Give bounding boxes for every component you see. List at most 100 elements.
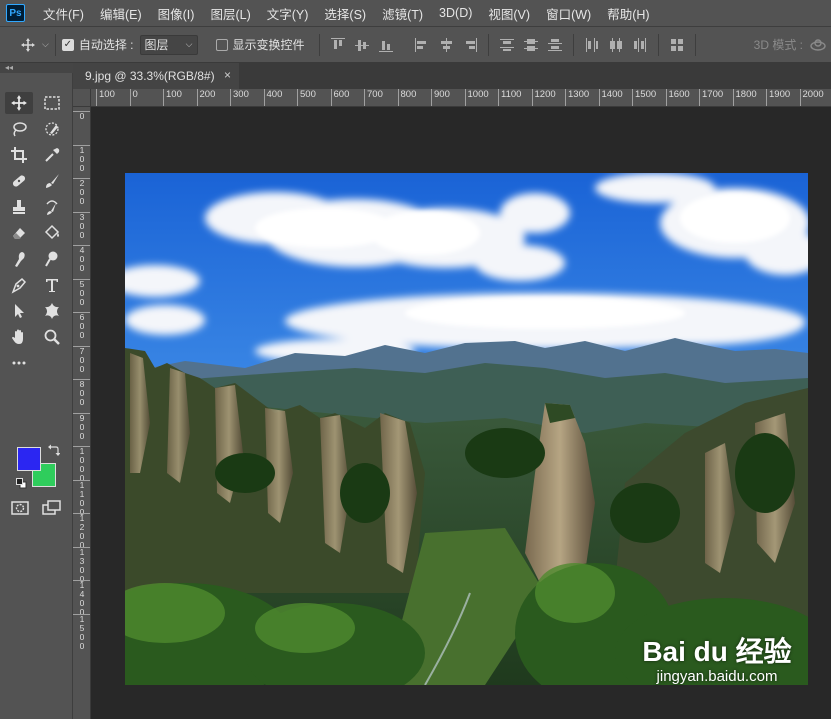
menu-file[interactable]: 文件(F): [35, 4, 92, 23]
ruler-tick-label: 500: [297, 89, 316, 106]
auto-select-target-value: 图层: [144, 38, 169, 52]
ruler-tick-label: 1 3 0 0: [73, 546, 90, 584]
eraser-tool[interactable]: [5, 222, 33, 244]
type-tool[interactable]: [38, 274, 66, 296]
distribute-vertical-center-icon[interactable]: [523, 38, 538, 52]
paint-bucket-tool[interactable]: [38, 222, 66, 244]
watermark-logo: Bai du 经验: [642, 636, 792, 667]
path-selection-tool[interactable]: [5, 300, 33, 322]
show-transform-label: 显示变换控件: [232, 38, 305, 52]
align-bottom-icon[interactable]: [378, 38, 393, 52]
crop-tool[interactable]: [5, 144, 33, 166]
menu-view[interactable]: 视图(V): [480, 4, 538, 23]
ruler-tick-label: 200: [196, 89, 215, 106]
auto-select-target-dropdown[interactable]: 图层 ⌵: [139, 34, 198, 55]
align-top-icon[interactable]: [330, 37, 345, 52]
distribute-right-icon[interactable]: [633, 37, 647, 52]
ruler-tick-label: 6 0 0: [73, 312, 90, 340]
ruler-tick-label: 1700: [699, 89, 723, 106]
align-vertical-center-icon[interactable]: [354, 38, 369, 52]
zoom-tool[interactable]: [38, 326, 66, 348]
ruler-tick-label: 1 5 0 0: [73, 613, 90, 651]
move-tool[interactable]: [5, 92, 33, 114]
ruler-tick-label: 1 0 0 0: [73, 446, 90, 483]
divider: [694, 33, 696, 56]
default-colors-icon[interactable]: [16, 478, 27, 492]
3d-orbit-icon[interactable]: [809, 37, 827, 53]
pen-tool[interactable]: [5, 274, 33, 296]
ruler-tick-label: 1900: [766, 89, 790, 106]
menu-image[interactable]: 图像(I): [150, 4, 203, 23]
menu-3d[interactable]: 3D(D): [431, 6, 480, 20]
horizontal-ruler[interactable]: 100 0 100 200 300 400 500 600 700 800 900 1000 1100 1…: [91, 89, 831, 107]
ruler-tick-label: 600: [330, 89, 349, 106]
3d-mode-label: 3D 模式 :: [753, 38, 803, 52]
ruler-tick-label: 100: [96, 89, 115, 106]
menu-filter[interactable]: 滤镜(T): [374, 4, 431, 23]
toolbox: ◂◂: [0, 63, 73, 719]
canvas-area[interactable]: [91, 107, 831, 719]
ruler-tick-label: 900: [431, 89, 450, 106]
auto-align-layers-icon[interactable]: [670, 38, 684, 52]
menu-bar: Ps 文件(F) 编辑(E) 图像(I) 图层(L) 文字(Y) 选择(S) 滤…: [0, 0, 831, 26]
dodge-tool[interactable]: [38, 248, 66, 270]
move-tool-preset-icon[interactable]: [20, 37, 36, 53]
clone-stamp-tool[interactable]: [5, 196, 33, 218]
brush-tool[interactable]: [38, 170, 66, 192]
distribute-horizontal-center-icon[interactable]: [609, 37, 623, 52]
watermark-url: jingyan.baidu.com: [656, 668, 778, 685]
swap-colors-icon[interactable]: [48, 444, 61, 459]
screen-mode-icon[interactable]: [42, 500, 62, 519]
align-horizontal-center-icon[interactable]: [439, 37, 453, 52]
close-icon[interactable]: ×: [224, 68, 231, 82]
ruler-tick-label: 0: [73, 111, 90, 121]
ruler-tick-label: 7 0 0: [73, 345, 90, 374]
custom-shape-tool[interactable]: [38, 300, 66, 322]
ruler-tick-label: 2 0 0: [73, 178, 90, 206]
ruler-tick-label: 1100: [498, 89, 521, 106]
ruler-tick-label: 400: [263, 89, 282, 106]
document-tab[interactable]: 9.jpg @ 33.3%(RGB/8#) ×: [73, 63, 239, 89]
ruler-tick-label: 1300: [565, 89, 589, 106]
hand-tool[interactable]: [5, 326, 33, 348]
foreground-color-swatch[interactable]: [17, 447, 41, 471]
vertical-ruler[interactable]: 0 1 0 0 2 0 0 3 0 0 4 0 0 5 0 0 6 0 0 7 0 0 8 0 …: [73, 107, 91, 719]
divider: [572, 33, 574, 56]
divider: [54, 33, 56, 56]
collapse-panel-icon[interactable]: ◂◂: [0, 63, 73, 73]
history-brush-tool[interactable]: [38, 196, 66, 218]
show-transform-checkbox[interactable]: [215, 38, 228, 51]
auto-select-checkbox[interactable]: ✓: [61, 38, 74, 51]
align-left-icon[interactable]: [414, 37, 429, 52]
lasso-tool[interactable]: [5, 118, 33, 140]
distribute-bottom-icon[interactable]: [547, 38, 562, 52]
ruler-tick-label: 8 0 0: [73, 379, 90, 407]
menu-type[interactable]: 文字(Y): [259, 4, 317, 23]
ruler-tick-label: 1000: [464, 89, 489, 106]
ruler-tick-label: 1200: [531, 89, 556, 106]
menu-edit[interactable]: 编辑(E): [92, 4, 150, 23]
photoshop-logo: Ps: [6, 4, 25, 22]
quick-selection-tool[interactable]: [38, 118, 66, 140]
document-image-landscape[interactable]: [125, 173, 808, 685]
menu-select[interactable]: 选择(S): [316, 4, 374, 23]
baidu-jingyan-watermark: Bai du 经验 jingyan.baidu.com: [637, 630, 797, 685]
menu-window[interactable]: 窗口(W): [538, 4, 599, 23]
healing-brush-tool[interactable]: [5, 170, 33, 192]
distribute-top-icon[interactable]: [499, 38, 514, 52]
smudge-tool[interactable]: [5, 248, 33, 270]
distribute-left-icon[interactable]: [585, 37, 599, 52]
align-right-icon[interactable]: [463, 37, 477, 52]
more-tools-icon[interactable]: [5, 352, 33, 374]
divider: [657, 33, 659, 56]
ruler-origin[interactable]: [73, 89, 91, 107]
marquee-tool[interactable]: [38, 92, 66, 114]
chevron-down-icon[interactable]: ⌵: [42, 39, 49, 50]
menu-help[interactable]: 帮助(H): [599, 4, 657, 23]
eyedropper-tool[interactable]: [38, 144, 66, 166]
quick-mask-icon[interactable]: [11, 500, 29, 519]
menu-layer[interactable]: 图层(L): [202, 4, 258, 23]
divider: [318, 33, 320, 56]
landscape-photo: [125, 173, 808, 685]
ruler-tick-label: 1 0 0: [73, 144, 90, 173]
